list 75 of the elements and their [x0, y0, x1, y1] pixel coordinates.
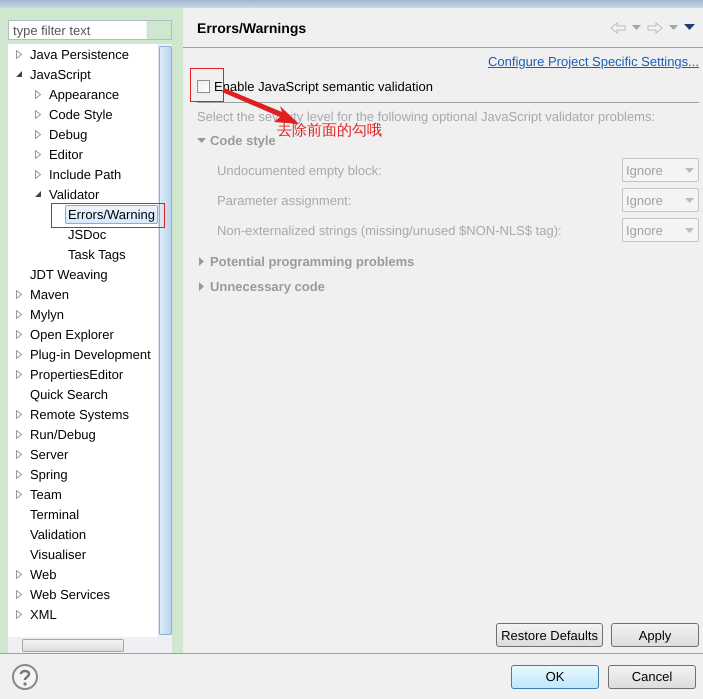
tree-item[interactable]: Appearance	[46, 84, 122, 104]
tree-item[interactable]: JDT Weaving	[27, 264, 111, 284]
collapsed-arrow-icon[interactable]	[34, 130, 42, 138]
collapsed-arrow-icon[interactable]	[15, 450, 23, 458]
expanded-arrow-icon[interactable]	[34, 190, 42, 198]
collapsed-arrow-icon[interactable]	[34, 90, 42, 98]
collapsed-arrow-icon[interactable]	[15, 290, 23, 298]
forward-arrow-icon[interactable]	[647, 22, 663, 34]
tree-item[interactable]: JavaScript	[27, 64, 94, 84]
tree-item[interactable]: Errors/Warning	[65, 204, 158, 224]
expanded-arrow-icon[interactable]	[15, 70, 23, 78]
tree-item[interactable]: XML	[27, 604, 60, 624]
caret-icon[interactable]	[669, 24, 678, 30]
ok-button[interactable]: OK	[511, 664, 599, 688]
collapsed-arrow-icon[interactable]	[15, 570, 23, 578]
tree-item[interactable]: Maven	[27, 284, 72, 304]
tree-item[interactable]: Web	[27, 564, 60, 584]
caret-icon[interactable]	[632, 24, 641, 30]
checkbox[interactable]	[197, 80, 210, 92]
menu-caret-icon[interactable]	[684, 24, 695, 31]
tree-item[interactable]: Validation	[27, 524, 90, 544]
tree-item[interactable]: Debug	[46, 124, 90, 144]
horizontal-scrollbar[interactable]	[8, 637, 172, 653]
tree-item[interactable]: Remote Systems	[27, 404, 132, 424]
collapsed-arrow-icon[interactable]	[34, 150, 42, 158]
tree-item[interactable]: Task Tags	[65, 244, 129, 264]
tree-item[interactable]: Mylyn	[27, 304, 67, 324]
back-arrow-icon[interactable]	[610, 22, 626, 34]
tree-item[interactable]: JSDoc	[65, 224, 110, 244]
page-title: Errors/Warnings	[197, 20, 306, 36]
tree-item[interactable]: Visualiser	[27, 544, 90, 564]
collapsed-arrow-icon[interactable]	[15, 50, 23, 58]
collapsed-arrow-icon[interactable]	[15, 330, 23, 338]
tree-item[interactable]: Spring	[27, 464, 71, 484]
caret-icon[interactable]	[685, 198, 694, 202]
tree-item[interactable]: Server	[27, 444, 72, 464]
collapsed-arrow-icon[interactable]	[15, 430, 23, 438]
collapsed-arrow-icon[interactable]	[34, 110, 42, 118]
apply-button[interactable]: Apply	[611, 623, 699, 647]
caret-icon[interactable]	[685, 228, 694, 232]
collapsed-arrow-icon[interactable]	[15, 470, 23, 478]
tree-item[interactable]: Open Explorer	[27, 324, 117, 344]
collapsed-arrow-icon[interactable]	[15, 590, 23, 598]
tree-item[interactable]: Code Style	[46, 104, 116, 124]
filter-field[interactable]: type filter text	[8, 20, 172, 40]
collapsed-arrow-icon[interactable]	[15, 410, 23, 418]
annotation-text: 去除前面的勾哦	[277, 121, 382, 140]
tree-item[interactable]: Editor	[46, 144, 86, 164]
option-label: Non-externalized strings (missing/unused $NON-NLS$ tag):	[217, 222, 562, 238]
collapsed-arrow-icon[interactable]	[15, 610, 23, 618]
tree-item[interactable]: Quick Search	[27, 384, 112, 404]
cancel-button[interactable]: Cancel	[608, 664, 696, 688]
tree-item[interactable]: Plug-in Development	[27, 344, 154, 364]
tree-item[interactable]: Run/Debug	[27, 424, 99, 444]
collapsed-arrow-icon[interactable]	[15, 350, 23, 358]
collapsed-arrow-icon[interactable]	[15, 370, 23, 378]
option-label: Parameter assignment:	[217, 192, 352, 208]
collapsed-arrow-icon[interactable]	[197, 282, 206, 291]
tree-item[interactable]: Validator	[46, 184, 102, 204]
collapsed-arrow-icon[interactable]	[34, 170, 42, 178]
help-icon[interactable]	[10, 662, 40, 692]
tree-item[interactable]: Terminal	[27, 504, 82, 524]
tree-item[interactable]: Web Services	[27, 584, 113, 604]
collapsed-arrow-icon[interactable]	[197, 257, 206, 266]
caret-icon[interactable]	[685, 168, 694, 172]
tree-item[interactable]: Team	[27, 484, 65, 504]
tree-item[interactable]: Include Path	[46, 164, 124, 184]
tree-item[interactable]: Java Persistence	[27, 44, 132, 64]
vertical-scrollbar[interactable]	[158, 44, 172, 637]
tree-item[interactable]: PropertiesEditor	[27, 364, 126, 384]
option-label: Undocumented empty block:	[217, 162, 382, 178]
configure-link[interactable]: Configure Project Specific Settings...	[488, 54, 699, 69]
collapsed-arrow-icon[interactable]	[15, 310, 23, 318]
restore-defaults-button[interactable]: Restore Defaults	[496, 623, 603, 647]
collapsed-arrow-icon[interactable]	[15, 490, 23, 498]
